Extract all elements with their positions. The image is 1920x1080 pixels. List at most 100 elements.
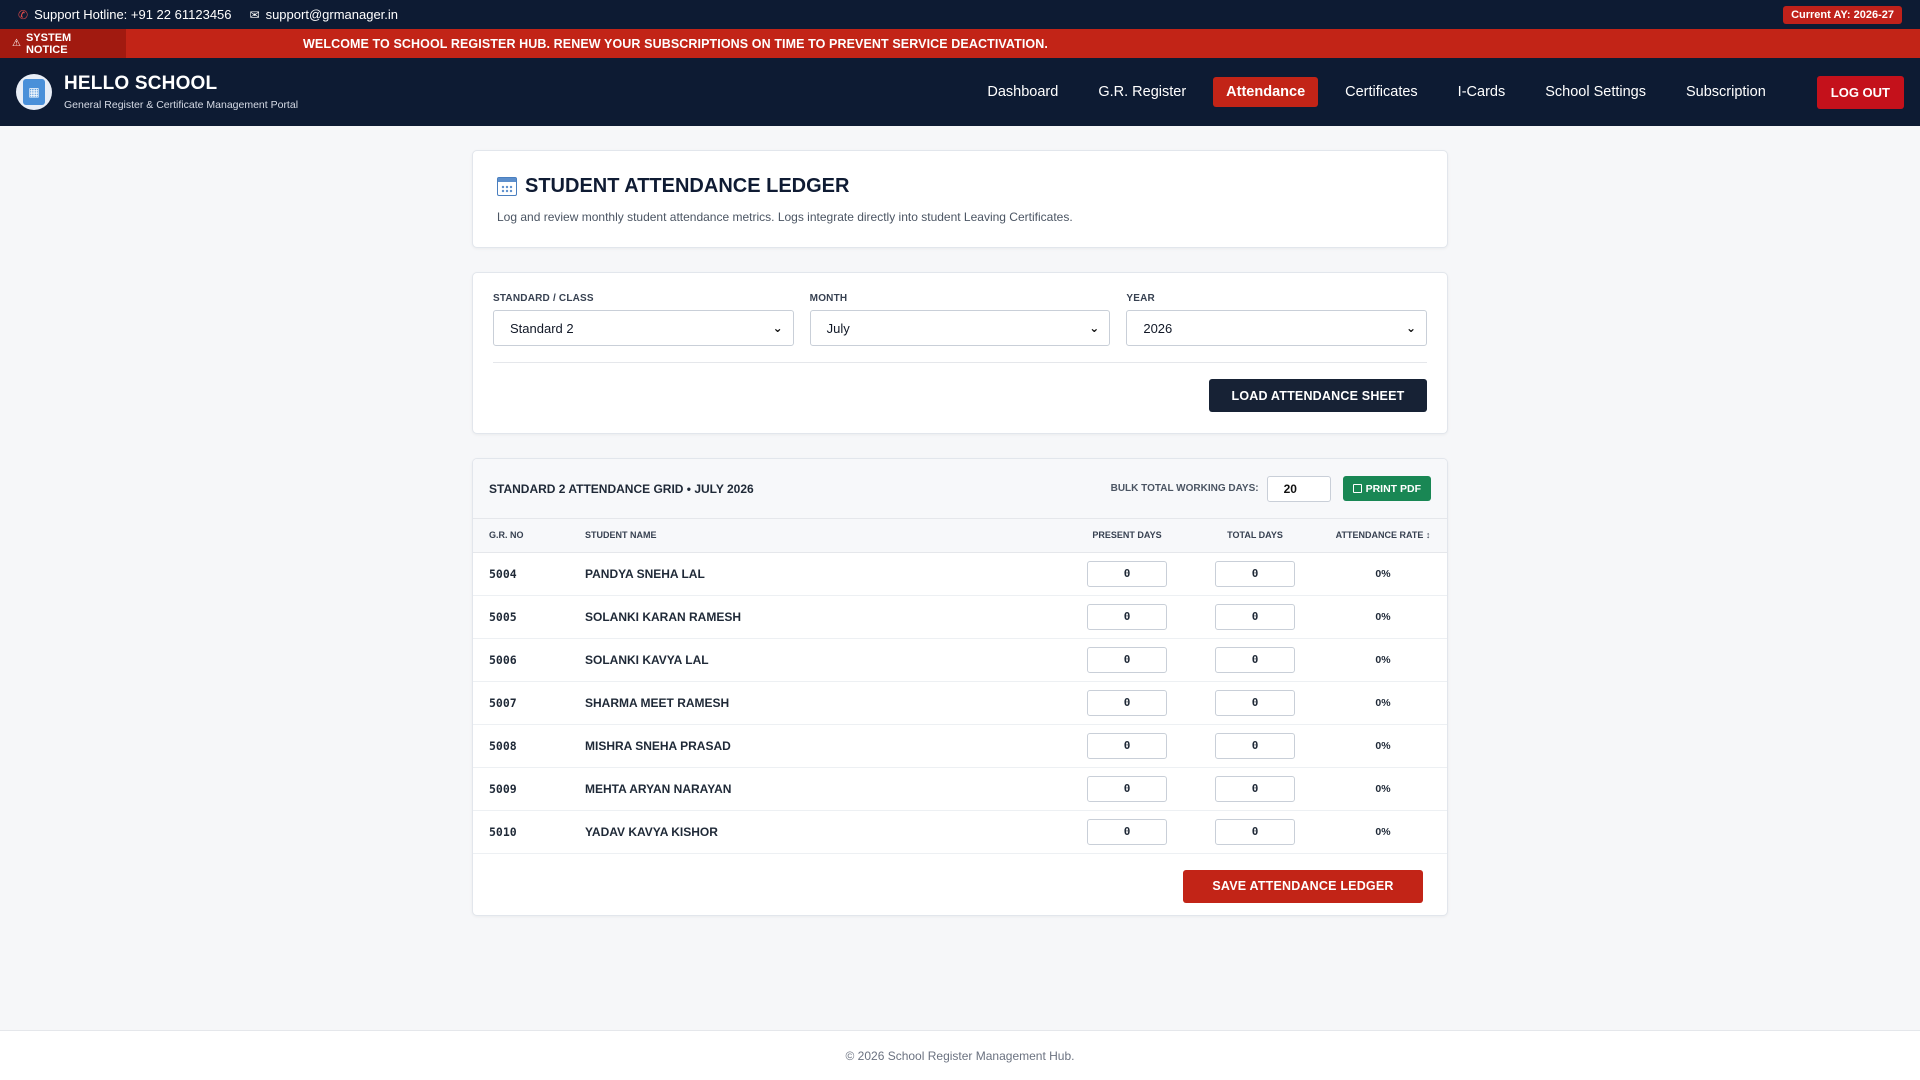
present-days-input[interactable]: 0 <box>1087 560 1167 587</box>
chevron-down-icon: ⌄ <box>1405 321 1417 335</box>
table-row: 5009 MEHTA ARYAN NARAYAN 0 0 0% <box>473 767 1447 810</box>
bulk-working-days-input[interactable]: 20 <box>1266 475 1331 502</box>
attendance-table: G.R. NO STUDENT NAME PRESENT DAYS TOTAL … <box>473 519 1447 854</box>
total-days-cell: 0 <box>1191 595 1319 638</box>
month-selected-value: July <box>826 320 850 336</box>
table-row: 5007 SHARMA MEET RAMESH 0 0 0% <box>473 681 1447 724</box>
standard-selected-value: Standard 2 <box>510 320 574 336</box>
nav-menu: Dashboard G.R. Register Attendance Certi… <box>974 75 1904 109</box>
grid-title: STANDARD 2 ATTENDANCE GRID • JULY 2026 <box>489 481 754 496</box>
page-footer: © 2026 School Register Management Hub. <box>0 1030 1920 1080</box>
gr-no-cell: 5007 <box>489 695 517 710</box>
table-header-row: G.R. NO STUDENT NAME PRESENT DAYS TOTAL … <box>473 519 1447 552</box>
nav-gr-register[interactable]: G.R. Register <box>1085 77 1199 107</box>
present-days-cell: 0 <box>1063 595 1191 638</box>
main-navbar: ▦ HELLO SCHOOL General Register & Certif… <box>0 58 1920 126</box>
save-attendance-ledger-button[interactable]: SAVE ATTENDANCE LEDGER <box>1183 869 1423 903</box>
present-days-cell: 0 <box>1063 552 1191 595</box>
nav-i-cards[interactable]: I-Cards <box>1445 77 1519 107</box>
gr-no-cell: 5004 <box>489 566 517 581</box>
column-present-days: PRESENT DAYS <box>1092 530 1162 541</box>
standard-label: STANDARD / CLASS <box>493 293 594 304</box>
standard-field: STANDARD / CLASS Standard 2 ⌄ <box>493 293 794 346</box>
table-row: 5005 SOLANKI KARAN RAMESH 0 0 0% <box>473 595 1447 638</box>
total-days-input[interactable]: 0 <box>1215 818 1295 845</box>
system-notice-bar: ⚠ SYSTEM NOTICE WELCOME TO SCHOOL REGIST… <box>0 29 1920 58</box>
nav-subscription[interactable]: Subscription <box>1673 77 1779 107</box>
notice-marquee-text: WELCOME TO SCHOOL REGISTER HUB. RENEW YO… <box>303 36 1048 51</box>
total-days-input[interactable]: 0 <box>1215 689 1295 716</box>
page-title: STUDENT ATTENDANCE LEDGER <box>497 175 1423 198</box>
present-days-input[interactable]: 0 <box>1087 689 1167 716</box>
year-label: YEAR <box>1126 293 1155 304</box>
table-row: 5008 MISHRA SNEHA PRASAD 0 0 0% <box>473 724 1447 767</box>
month-label: MONTH <box>809 293 848 304</box>
nav-certificates[interactable]: Certificates <box>1332 77 1431 107</box>
page-title-text: STUDENT ATTENDANCE LEDGER <box>525 175 850 197</box>
present-days-input[interactable]: 0 <box>1087 818 1167 845</box>
student-name-cell: SHARMA MEET RAMESH <box>585 695 730 710</box>
student-name-cell: YADAV KAVYA KISHOR <box>585 824 718 839</box>
email-text[interactable]: support@grmanager.in <box>266 7 398 22</box>
attendance-grid-card: STANDARD 2 ATTENDANCE GRID • JULY 2026 B… <box>472 458 1448 916</box>
bulk-working-days-label: BULK TOTAL WORKING DAYS: <box>1110 483 1259 494</box>
notice-tag-label: SYSTEM NOTICE <box>25 31 72 56</box>
contact-info: ✆ Support Hotline: +91 22 61123456 ✉ sup… <box>18 7 398 22</box>
nav-school-settings[interactable]: School Settings <box>1532 77 1659 107</box>
total-days-cell: 0 <box>1191 810 1319 853</box>
present-days-input[interactable]: 0 <box>1087 646 1167 673</box>
total-days-input[interactable]: 0 <box>1215 732 1295 759</box>
year-select[interactable]: 2026 ⌄ <box>1126 310 1428 346</box>
email-item[interactable]: ✉ support@grmanager.in <box>250 7 399 22</box>
total-days-input[interactable]: 0 <box>1215 646 1295 673</box>
total-days-cell: 0 <box>1191 638 1319 681</box>
gr-no-cell: 5006 <box>489 652 517 667</box>
grid-footer: SAVE ATTENDANCE LEDGER <box>473 854 1447 916</box>
table-row: 5006 SOLANKI KAVYA LAL 0 0 0% <box>473 638 1447 681</box>
month-field: MONTH July ⌄ <box>809 293 1111 346</box>
present-days-cell: 0 <box>1063 767 1191 810</box>
column-total-days: TOTAL DAYS <box>1227 530 1283 541</box>
phone-icon: ✆ <box>18 7 29 22</box>
table-row: 5004 PANDYA SNEHA LAL 0 0 0% <box>473 552 1447 595</box>
print-pdf-button[interactable]: PRINT PDF <box>1342 476 1431 501</box>
total-days-input[interactable]: 0 <box>1215 775 1295 802</box>
student-name-cell: SOLANKI KAVYA LAL <box>585 652 709 667</box>
nav-attendance[interactable]: Attendance <box>1213 77 1319 107</box>
present-days-input[interactable]: 0 <box>1087 775 1167 802</box>
standard-select[interactable]: Standard 2 ⌄ <box>493 310 794 346</box>
logout-button[interactable]: LOG OUT <box>1816 75 1904 109</box>
load-attendance-sheet-button[interactable]: LOAD ATTENDANCE SHEET <box>1209 379 1427 412</box>
brand[interactable]: ▦ HELLO SCHOOL General Register & Certif… <box>16 73 298 111</box>
academic-year-badge: Current AY: 2026-27 <box>1783 5 1902 24</box>
total-days-cell: 0 <box>1191 767 1319 810</box>
student-name-cell: MEHTA ARYAN NARAYAN <box>585 781 732 796</box>
total-days-cell: 0 <box>1191 681 1319 724</box>
warning-icon: ⚠ <box>12 38 21 49</box>
total-days-input[interactable]: 0 <box>1215 603 1295 630</box>
present-days-input[interactable]: 0 <box>1087 603 1167 630</box>
student-name-cell: MISHRA SNEHA PRASAD <box>585 738 731 753</box>
chevron-down-icon: ⌄ <box>1089 321 1100 335</box>
column-attendance-rate[interactable]: ATTENDANCE RATE ↕ <box>1319 519 1447 552</box>
gr-no-cell: 5010 <box>489 824 517 839</box>
attendance-rate-cell: 0% <box>1375 610 1391 623</box>
present-days-input[interactable]: 0 <box>1087 732 1167 759</box>
printer-icon <box>1352 484 1362 493</box>
filter-row: STANDARD / CLASS Standard 2 ⌄ MONTH July… <box>493 293 1428 346</box>
table-row: 5010 YADAV KAVYA KISHOR 0 0 0% <box>473 810 1447 853</box>
brand-subtitle: General Register & Certificate Managemen… <box>64 99 299 111</box>
month-select[interactable]: July ⌄ <box>809 310 1111 346</box>
filter-divider <box>493 362 1427 363</box>
present-days-cell: 0 <box>1063 638 1191 681</box>
calendar-icon <box>497 177 517 196</box>
page-header-card: STUDENT ATTENDANCE LEDGER Log and review… <box>472 150 1448 248</box>
notice-tag: ⚠ SYSTEM NOTICE <box>0 29 126 58</box>
brand-text: HELLO SCHOOL General Register & Certific… <box>64 73 298 111</box>
present-days-cell: 0 <box>1063 724 1191 767</box>
present-days-cell: 0 <box>1063 810 1191 853</box>
total-days-input[interactable]: 0 <box>1215 560 1295 587</box>
year-field: YEAR 2026 ⌄ <box>1126 293 1428 346</box>
nav-dashboard[interactable]: Dashboard <box>974 77 1071 107</box>
gr-no-cell: 5008 <box>489 738 517 753</box>
